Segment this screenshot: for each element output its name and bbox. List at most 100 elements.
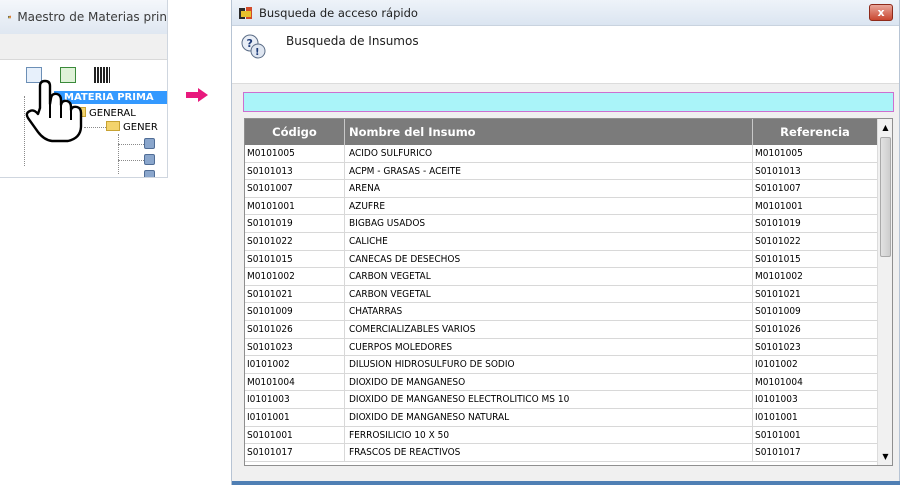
cell-codigo: M0101004: [245, 373, 345, 391]
vertical-scrollbar[interactable]: ▲ ▼: [877, 119, 892, 465]
app-icon: [239, 6, 252, 19]
cell-codigo: S0101015: [245, 250, 345, 268]
cell-referencia: S0101023: [753, 338, 878, 356]
grid-header: Código Nombre del Insumo Referencia: [245, 119, 878, 145]
dialog-titlebar[interactable]: Busqueda de acceso rápido x: [232, 0, 899, 26]
cell-codigo: I0101002: [245, 356, 345, 373]
cell-nombre: COMERCIALIZABLES VARIOS: [345, 320, 753, 338]
arrow-right-icon: [186, 88, 208, 102]
table-row[interactable]: I0101002 DILUSION HIDROSULFURO DE SODIO I0…: [245, 356, 878, 374]
cell-nombre: ACIDO SULFURICO: [345, 145, 753, 162]
background-window-titlebar: Maestro de Materias prin: [0, 0, 167, 34]
cell-codigo: S0101023: [245, 338, 345, 356]
scroll-thumb[interactable]: [880, 137, 891, 257]
cell-referencia: S0101007: [753, 180, 878, 197]
table-row[interactable]: S0101026 COMERCIALIZABLES VARIOS S0101026: [245, 320, 878, 339]
cell-nombre: AZUFRE: [345, 197, 753, 215]
dialog-header: ? ! Busqueda de Insumos: [232, 26, 899, 84]
background-window: Maestro de Materias prin MATERIA PRIMA G…: [0, 0, 168, 178]
cell-nombre: ACPM - GRASAS - ACEITE: [345, 162, 753, 180]
cell-nombre: DIOXIDO DE MANGANESO ELECTROLITICO MS 10: [345, 391, 753, 408]
table-row[interactable]: S0101013 ACPM - GRASAS - ACEITE S0101013: [245, 162, 878, 181]
cell-referencia: S0101015: [753, 250, 878, 268]
cell-codigo: I0101001: [245, 408, 345, 426]
hand-cursor-icon: [25, 79, 83, 143]
help-question-icon: ? !: [241, 34, 266, 59]
cell-codigo: S0101022: [245, 232, 345, 250]
table-row[interactable]: M0101005 ACIDO SULFURICO M0101005: [245, 145, 878, 163]
grid-rows: M0101005 ACIDO SULFURICO M0101005 S0101013 A…: [245, 145, 878, 462]
table-row[interactable]: I0101003 DIOXIDO DE MANGANESO ELECTROLITI…: [245, 391, 878, 409]
cell-referencia: I0101003: [753, 391, 878, 408]
cell-referencia: S0101026: [753, 320, 878, 338]
cell-nombre: CUERPOS MOLEDORES: [345, 338, 753, 356]
close-button[interactable]: x: [869, 4, 893, 21]
app-icon: [8, 15, 11, 19]
dialog-title: Busqueda de acceso rápido: [259, 5, 418, 20]
tree-line: [118, 134, 119, 174]
cell-codigo: S0101007: [245, 180, 345, 197]
cell-referencia: M0101004: [753, 373, 878, 391]
table-row[interactable]: I0101001 DIOXIDO DE MANGANESO NATURAL I010…: [245, 408, 878, 427]
cell-codigo: M0101001: [245, 197, 345, 215]
table-row[interactable]: S0101023 CUERPOS MOLEDORES S0101023: [245, 338, 878, 357]
cell-referencia: M0101001: [753, 197, 878, 215]
cell-referencia: S0101019: [753, 215, 878, 232]
cell-referencia: S0101013: [753, 162, 878, 180]
cell-nombre: DILUSION HIDROSULFURO DE SODIO: [345, 356, 753, 373]
cell-nombre: CALICHE: [345, 232, 753, 250]
tree-node-general-sub[interactable]: GENER: [106, 121, 158, 134]
cell-codigo: M0101005: [245, 145, 345, 162]
column-header-referencia[interactable]: Referencia: [753, 119, 878, 145]
cell-nombre: CARBON VEGETAL: [345, 285, 753, 303]
results-grid[interactable]: Código Nombre del Insumo Referencia M010…: [244, 118, 893, 466]
cell-nombre: CARBON VEGETAL: [345, 268, 753, 285]
cell-codigo: S0101021: [245, 285, 345, 303]
cell-referencia: S0101022: [753, 232, 878, 250]
barcode-icon[interactable]: [94, 67, 110, 83]
table-row[interactable]: S0101022 CALICHE S0101022: [245, 232, 878, 251]
cell-referencia: I0101002: [753, 356, 878, 373]
table-row[interactable]: S0101021 CARBON VEGETAL S0101021: [245, 285, 878, 304]
cell-nombre: DIOXIDO DE MANGANESO NATURAL: [345, 408, 753, 426]
table-row[interactable]: S0101019 BIGBAG USADOS S0101019: [245, 215, 878, 233]
cell-referencia: I0101001: [753, 408, 878, 426]
scroll-down-icon[interactable]: ▼: [879, 449, 892, 464]
item-icon: [144, 154, 155, 165]
table-row[interactable]: S0101017 FRASCOS DE REACTIVOS S0101017: [245, 444, 878, 462]
cell-codigo: S0101019: [245, 215, 345, 232]
cell-codigo: S0101001: [245, 426, 345, 444]
cell-nombre: FRASCOS DE REACTIVOS: [345, 444, 753, 461]
table-row[interactable]: M0101001 AZUFRE M0101001: [245, 197, 878, 216]
search-input[interactable]: [243, 92, 894, 112]
cell-referencia: M0101002: [753, 268, 878, 285]
cell-referencia: S0101001: [753, 426, 878, 444]
dialog-heading: Busqueda de Insumos: [286, 34, 419, 48]
close-icon: x: [877, 6, 885, 19]
cell-nombre: BIGBAG USADOS: [345, 215, 753, 232]
cell-codigo: S0101009: [245, 303, 345, 320]
folder-icon: [106, 121, 120, 131]
cell-codigo: I0101003: [245, 391, 345, 408]
table-row[interactable]: S0101001 FERROSILICIO 10 X 50 S0101001: [245, 426, 878, 445]
cell-codigo: M0101002: [245, 268, 345, 285]
table-row[interactable]: S0101015 CANECAS DE DESECHOS S0101015: [245, 250, 878, 269]
table-row[interactable]: M0101004 DIOXIDO DE MANGANESO M0101004: [245, 373, 878, 392]
cell-nombre: CHATARRAS: [345, 303, 753, 320]
cell-nombre: DIOXIDO DE MANGANESO: [345, 373, 753, 391]
column-header-nombre[interactable]: Nombre del Insumo: [345, 119, 753, 145]
cell-codigo: S0101013: [245, 162, 345, 180]
table-row[interactable]: S0101009 CHATARRAS S0101009: [245, 303, 878, 321]
cell-referencia: S0101017: [753, 444, 878, 461]
cell-referencia: S0101009: [753, 303, 878, 320]
svg-text:!: !: [255, 47, 260, 58]
column-header-codigo[interactable]: Código: [245, 119, 345, 145]
table-row[interactable]: S0101007 ARENA S0101007: [245, 180, 878, 198]
table-row[interactable]: M0101002 CARBON VEGETAL M0101002: [245, 268, 878, 286]
background-window-title: Maestro de Materias prin: [17, 10, 167, 24]
item-icon: [144, 170, 155, 177]
cell-codigo: S0101017: [245, 444, 345, 461]
scroll-up-icon[interactable]: ▲: [879, 120, 892, 135]
tree-line: [118, 160, 144, 161]
quick-search-dialog: Busqueda de acceso rápido x ? ! Busqueda…: [231, 0, 900, 485]
